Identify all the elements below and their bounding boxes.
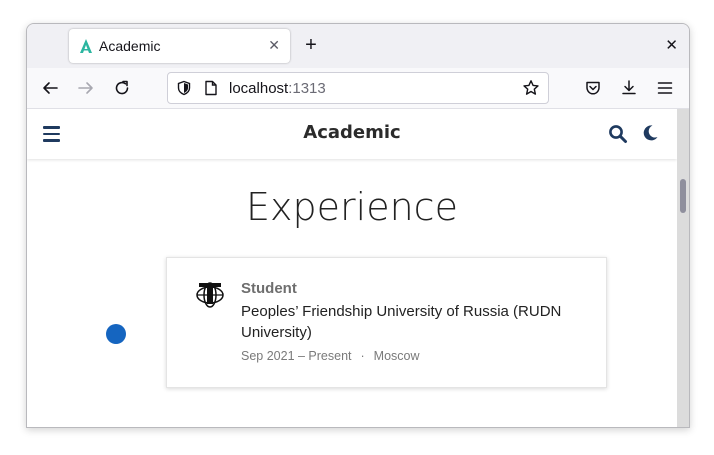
- scrollbar[interactable]: [677, 109, 689, 427]
- page-content: Academic Experience Student Peoples’ Fri…: [27, 109, 677, 427]
- experience-organization: Peoples’ Friendship University of Russia…: [241, 303, 562, 341]
- url-bar[interactable]: localhost:1313: [167, 72, 549, 104]
- pocket-icon[interactable]: [584, 79, 602, 97]
- browser-window: Academic ✕ + ✕ localhost:1313 Academic E…: [26, 23, 690, 428]
- navigation-toolbar: localhost:1313: [27, 68, 689, 109]
- meta-separator: ·: [360, 349, 365, 363]
- hamburger-icon[interactable]: [656, 79, 674, 97]
- site-title[interactable]: Academic: [27, 122, 677, 143]
- star-icon[interactable]: [522, 79, 540, 97]
- shield-icon[interactable]: [176, 80, 192, 96]
- experience-card: Student Peoples’ Friendship University o…: [166, 257, 607, 388]
- site-header: Academic: [27, 109, 677, 159]
- tab-academic[interactable]: Academic ✕: [69, 29, 290, 63]
- academic-logo-icon: [80, 39, 92, 53]
- tab-close-icon[interactable]: ✕: [268, 37, 280, 54]
- url-port: :1313: [288, 80, 326, 97]
- reload-icon[interactable]: [113, 79, 131, 97]
- url-host: localhost: [229, 80, 289, 97]
- page-icon: [205, 80, 217, 96]
- back-arrow-icon[interactable]: [41, 79, 59, 97]
- experience-location: Moscow: [373, 349, 420, 363]
- url-text[interactable]: localhost:1313: [229, 80, 326, 97]
- experience-meta: Sep 2021 – Present · Moscow: [241, 349, 420, 363]
- experience-date-range: Sep 2021 – Present: [241, 349, 352, 363]
- search-icon[interactable]: [608, 124, 628, 144]
- new-tab-button[interactable]: +: [302, 35, 320, 55]
- timeline-dot: [106, 324, 126, 344]
- section-title: Experience: [246, 185, 458, 229]
- university-logo-icon: [196, 282, 224, 308]
- tab-title: Academic: [99, 38, 161, 54]
- moon-icon[interactable]: [641, 124, 659, 142]
- window-close-button[interactable]: ✕: [665, 36, 678, 54]
- experience-role: Student: [241, 280, 297, 297]
- scrollbar-thumb[interactable]: [680, 179, 686, 213]
- download-icon[interactable]: [620, 79, 638, 97]
- tab-bar: Academic ✕ + ✕: [27, 24, 689, 68]
- forward-arrow-icon[interactable]: [77, 79, 95, 97]
